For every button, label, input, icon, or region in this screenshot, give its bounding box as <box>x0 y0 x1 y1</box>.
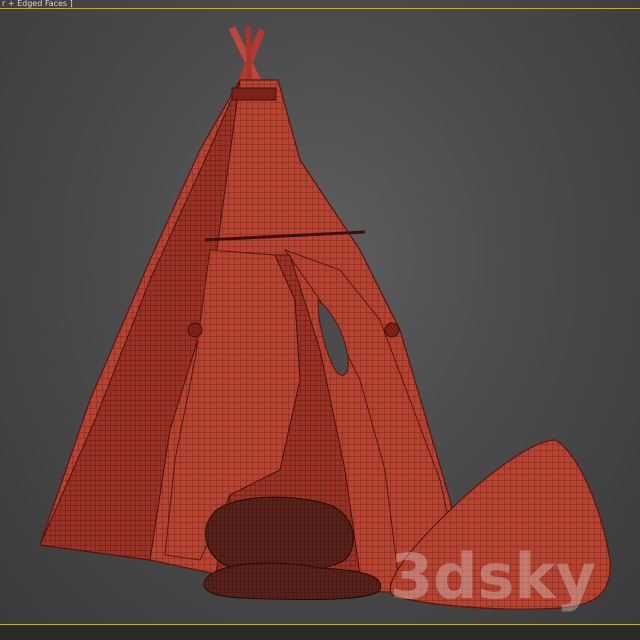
tent-top-wrap <box>231 87 277 101</box>
tent-tie-left <box>187 322 203 338</box>
3d-viewport[interactable]: r + Edged Faces ] 3dsky <box>0 0 640 640</box>
tent-model-render: 3dsky <box>39 25 611 613</box>
viewport-bottom-strip <box>0 625 640 640</box>
watermark-logo: 3dsky <box>390 540 596 613</box>
floor-pillow-large <box>205 496 354 573</box>
tent-tie-right <box>384 322 400 338</box>
watermark-text: 3dsky <box>390 540 596 613</box>
